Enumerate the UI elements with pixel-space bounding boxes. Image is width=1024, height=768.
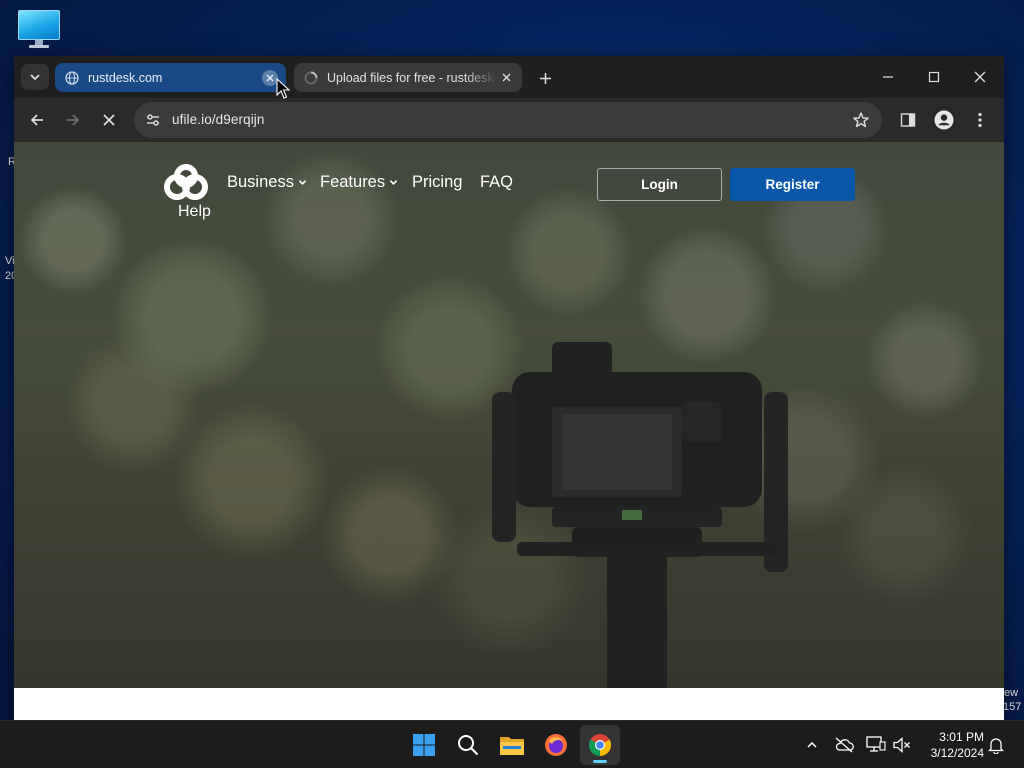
taskbar: 3:01 PM 3/12/2024 (0, 720, 1024, 768)
taskbar-search-button[interactable] (448, 725, 488, 765)
chevron-down-icon (389, 180, 398, 185)
page-viewport: Help Business Features Pricing FAQ Login… (14, 142, 1004, 720)
chrome-icon (589, 734, 611, 756)
profile-button[interactable] (934, 110, 954, 130)
volume-tray[interactable] (892, 735, 912, 755)
bookmark-star-icon[interactable] (852, 111, 870, 129)
close-window-button[interactable] (957, 64, 1003, 90)
mouse-cursor-icon (276, 78, 290, 99)
nav-business-menu[interactable]: Business (227, 173, 307, 192)
windows-start-icon (413, 734, 435, 756)
nav-features-menu[interactable]: Features (320, 173, 398, 192)
globe-icon (65, 70, 79, 85)
loading-icon (304, 71, 318, 84)
tab-title: Upload files for free - rustdesk- (327, 70, 498, 85)
taskbar-clock[interactable]: 3:01 PM 3/12/2024 (918, 729, 984, 761)
login-button[interactable]: Login (597, 168, 722, 201)
arrow-left-icon (30, 114, 43, 126)
network-tray[interactable] (866, 735, 886, 755)
stop-loading-button[interactable] (95, 106, 123, 134)
minimize-button[interactable] (865, 64, 911, 90)
show-hidden-icons-button[interactable] (802, 735, 822, 755)
file-explorer-icon (500, 737, 524, 755)
tab-title: rustdesk.com (88, 70, 163, 85)
minimize-icon (883, 76, 893, 78)
close-icon (266, 74, 274, 81)
site-info-icon[interactable] (144, 111, 162, 129)
nav-business-label: Business (227, 173, 294, 191)
firefox-icon (545, 734, 567, 756)
arrow-right-icon (67, 114, 80, 126)
volume-muted-icon (893, 737, 910, 753)
cloud-offline-icon (835, 737, 854, 753)
back-button[interactable] (23, 106, 51, 134)
register-button[interactable]: Register (730, 168, 855, 201)
bell-icon (988, 737, 1004, 754)
clock-date: 3/12/2024 (930, 746, 984, 760)
close-icon (103, 114, 115, 126)
nav-features-label: Features (320, 173, 386, 191)
side-panel-button[interactable] (898, 110, 918, 130)
active-app-indicator (593, 760, 607, 763)
nav-faq-link[interactable]: FAQ (480, 173, 513, 192)
onedrive-tray[interactable] (834, 735, 854, 755)
desktop-text-fragment: ew (1004, 687, 1019, 699)
notifications-button[interactable] (986, 735, 1006, 755)
chevron-up-icon (807, 741, 817, 748)
desktop-text-fragment: 157 (1003, 701, 1022, 713)
hero-background: Help Business Features Pricing FAQ Login… (14, 142, 1004, 688)
new-tab-button[interactable] (534, 67, 556, 89)
title-bar: rustdesk.com Upload files for free - rus… (14, 56, 1004, 98)
tab-upload-files[interactable]: Upload files for free - rustdesk- (294, 63, 522, 92)
side-panel-icon (900, 113, 916, 127)
profile-icon (934, 110, 954, 130)
chevron-down-icon (30, 74, 40, 81)
close-icon (974, 71, 986, 83)
tab-search-button[interactable] (21, 64, 49, 90)
browser-toolbar: ufile.io/d9erqijn (14, 98, 1004, 142)
url-text[interactable]: ufile.io/d9erqijn (172, 112, 265, 127)
more-vert-icon (978, 112, 982, 128)
chrome-button[interactable] (580, 725, 620, 765)
ufile-logo-icon[interactable] (162, 164, 210, 202)
firefox-button[interactable] (536, 725, 576, 765)
start-button[interactable] (404, 725, 444, 765)
tab-close-button[interactable] (498, 70, 514, 86)
nav-help-link[interactable]: Help (178, 203, 211, 221)
file-explorer-button[interactable] (492, 725, 532, 765)
dark-overlay (14, 142, 1004, 688)
nav-pricing-link[interactable]: Pricing (412, 173, 462, 192)
browser-menu-button[interactable] (970, 110, 990, 130)
chevron-down-icon (298, 180, 307, 185)
maximize-button[interactable] (911, 64, 957, 90)
close-icon (502, 73, 510, 82)
plus-icon (539, 72, 551, 84)
clock-time: 3:01 PM (939, 730, 984, 744)
maximize-icon (928, 71, 940, 83)
desktop-monitor-icon[interactable] (18, 10, 60, 50)
browser-window: rustdesk.com Upload files for free - rus… (14, 56, 1004, 720)
search-icon (458, 735, 479, 756)
forward-button[interactable] (59, 106, 87, 134)
tab-rustdesk[interactable]: rustdesk.com (55, 63, 286, 92)
page-lower-area (14, 688, 1004, 720)
network-icon (866, 736, 886, 752)
address-bar[interactable]: ufile.io/d9erqijn (134, 102, 882, 138)
